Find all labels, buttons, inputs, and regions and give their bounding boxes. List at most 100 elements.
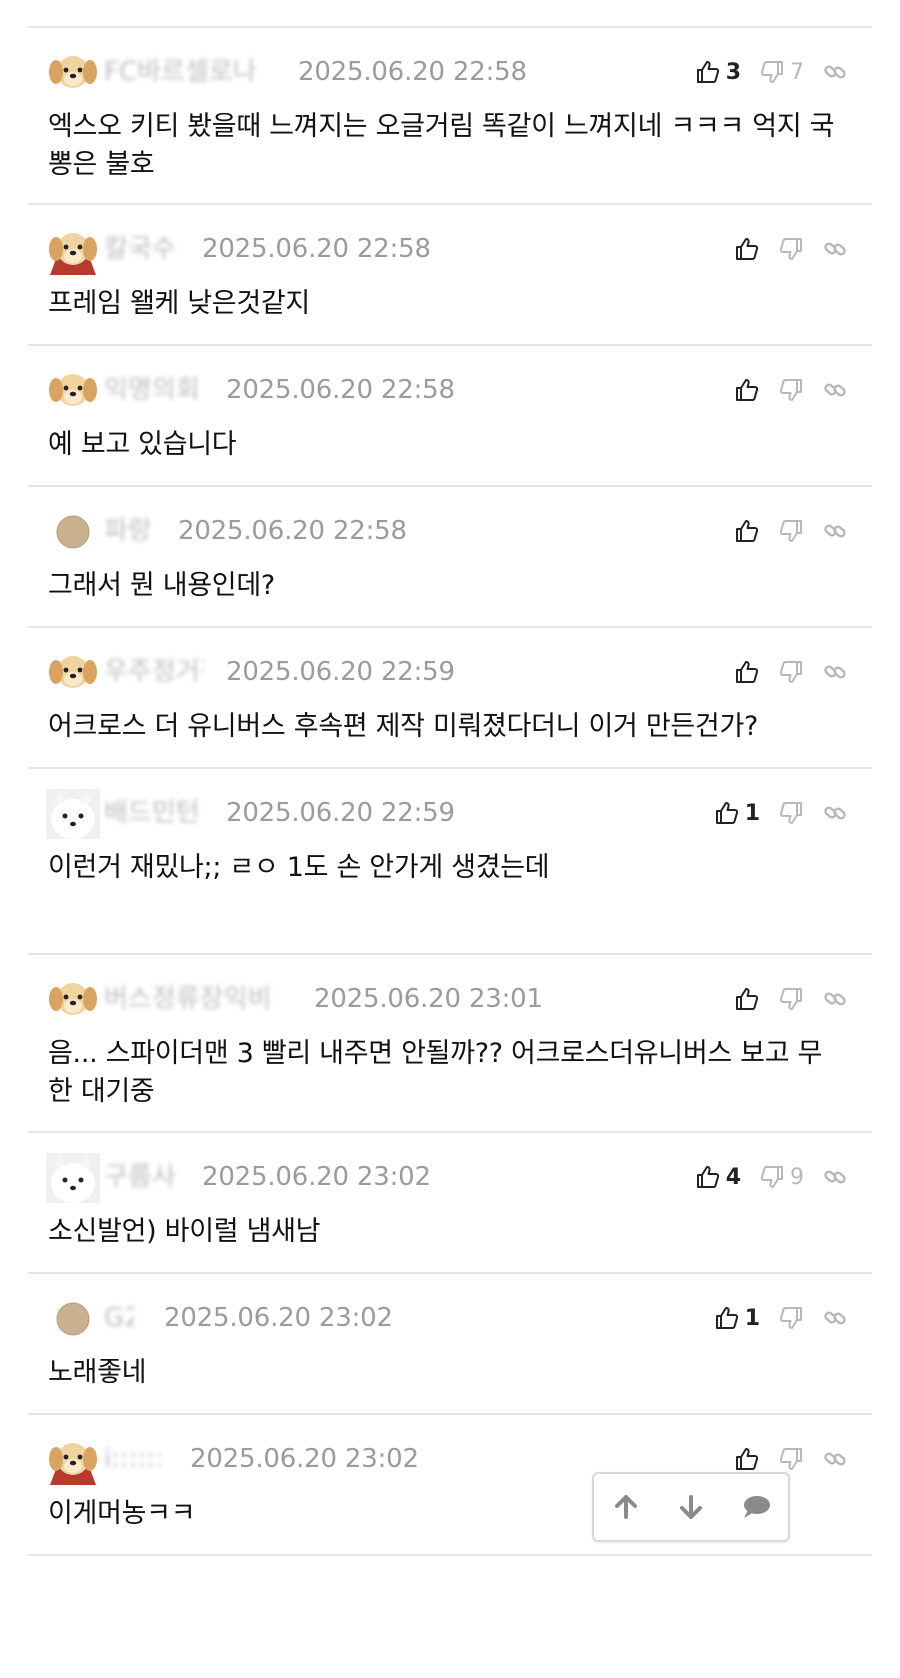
comment-item: FC바르셀로나 2025.06.20 22:58 3 7 엑스오 키티 봤을때 느껴지는… <box>28 28 872 205</box>
author-nickname[interactable]: i::::::: <box>104 1445 160 1473</box>
dislike-button[interactable]: 7 <box>759 59 804 85</box>
thumbs-up-icon <box>696 61 719 83</box>
like-button[interactable] <box>734 377 760 403</box>
comment-actions <box>720 513 848 549</box>
arrow-down-icon <box>679 1495 702 1519</box>
like-button[interactable]: 4 <box>695 1164 741 1190</box>
comment-actions: 49 <box>681 1159 848 1195</box>
comment-header: FC바르셀로나 2025.06.20 22:58 3 7 <box>46 48 872 96</box>
avatar[interactable] <box>46 648 100 698</box>
comment-date: 2025.06.20 22:58 <box>298 57 527 87</box>
dislike-button[interactable] <box>778 236 804 262</box>
link-icon <box>824 1452 846 1466</box>
dislike-button[interactable] <box>778 986 804 1012</box>
comment-item: 우주정거장 2025.06.20 22:59 어크로스 더 유니버스 후속편 제작 … <box>28 628 872 769</box>
copy-link-button[interactable] <box>822 1164 848 1190</box>
avatar[interactable] <box>46 225 100 275</box>
dislike-button[interactable] <box>778 659 804 685</box>
thumbs-down-icon <box>779 661 802 683</box>
copy-link-button[interactable] <box>822 1446 848 1472</box>
author-nickname[interactable]: G2 <box>104 1304 134 1332</box>
avatar-white-dog-icon <box>46 789 100 839</box>
copy-link-button[interactable] <box>822 518 848 544</box>
comment-text: 이런거 재밌나;; ㄹㅇ 1도 손 안가게 생겼는데 <box>48 852 550 883</box>
thumbs-down-icon <box>779 802 802 824</box>
dislike-button[interactable] <box>778 800 804 826</box>
dislike-button[interactable] <box>778 1305 804 1331</box>
like-button[interactable]: 3 <box>695 59 741 85</box>
author-nickname[interactable]: FC바르셀로나 <box>104 58 274 86</box>
author-nickname[interactable]: 버스정류장익비 <box>104 985 294 1013</box>
comment-header: 파랑 2025.06.20 22:58 <box>46 507 872 555</box>
dislike-button[interactable] <box>778 518 804 544</box>
author-nickname[interactable]: 배드민턴 <box>104 799 204 827</box>
comment-text: 그래서 뭔 내용인데? <box>48 570 275 601</box>
author-nickname[interactable]: 구름사냥 <box>104 1163 176 1191</box>
author-nickname[interactable]: 칼국수 <box>104 235 176 263</box>
copy-link-button[interactable] <box>822 377 848 403</box>
comment-text: 프레임 왤케 낮은것같지 <box>48 288 310 319</box>
avatar[interactable] <box>46 366 100 416</box>
thumbs-up-icon <box>736 988 759 1010</box>
comment-button[interactable] <box>732 1483 780 1531</box>
avatar-puppy-icon <box>49 983 97 1015</box>
like-button[interactable] <box>734 518 760 544</box>
link-icon <box>824 1311 846 1325</box>
avatar[interactable] <box>46 1294 100 1344</box>
copy-link-button[interactable] <box>822 659 848 685</box>
avatar[interactable] <box>46 975 100 1025</box>
copy-link-button[interactable] <box>822 236 848 262</box>
avatar[interactable] <box>46 1153 100 1203</box>
like-button[interactable]: 1 <box>714 800 760 826</box>
arrow-up-icon <box>615 1495 638 1519</box>
comment-actions <box>720 372 848 408</box>
scroll-down-button[interactable] <box>667 1483 715 1531</box>
scroll-up-button[interactable] <box>602 1483 650 1531</box>
link-icon <box>824 524 846 538</box>
author-nickname[interactable]: 파랑 <box>104 517 152 545</box>
comment-header: 구름사냥2025.06.20 23:0249 <box>46 1153 872 1203</box>
author-nickname[interactable]: 익명의회원 <box>104 376 200 404</box>
copy-link-button[interactable] <box>822 1305 848 1331</box>
avatar[interactable] <box>46 789 100 839</box>
avatar-white-dog-icon <box>46 1153 100 1203</box>
comment-actions <box>720 654 848 690</box>
thumbs-up-icon <box>736 379 759 401</box>
like-button[interactable] <box>734 659 760 685</box>
comment-item: 버스정류장익비 2025.06.20 23:01 음... 스파이더맨 3 빨리 내… <box>28 955 872 1133</box>
comment-text: 음... 스파이더맨 3 빨리 내주면 안될까?? 어크로스더유니버스 보고 무… <box>48 1038 823 1107</box>
thumbs-up-icon <box>736 238 759 260</box>
link-icon <box>824 242 846 256</box>
comment-date: 2025.06.20 23:01 <box>314 984 543 1014</box>
like-button[interactable] <box>734 236 760 262</box>
comment-date: 2025.06.20 22:58 <box>226 375 455 405</box>
comment-header: 배드민턴 2025.06.20 22:59 1 <box>46 789 872 839</box>
comment-date: 2025.06.20 23:02 <box>190 1444 419 1474</box>
comment-date: 2025.06.20 22:58 <box>202 234 431 264</box>
avatar[interactable] <box>46 507 100 557</box>
like-button[interactable]: 1 <box>714 1305 760 1331</box>
dislike-button[interactable] <box>778 377 804 403</box>
copy-link-button[interactable] <box>822 986 848 1012</box>
comment-item: 파랑 2025.06.20 22:58 그래서 뭔 내용인데? <box>28 487 872 628</box>
like-count: 4 <box>725 1164 741 1190</box>
like-button[interactable] <box>734 1446 760 1472</box>
thumbs-up-icon <box>696 1166 719 1188</box>
comment-header: 익명의회원 2025.06.20 22:58 <box>46 366 872 414</box>
avatar[interactable] <box>46 48 100 98</box>
comment-item: 익명의회원 2025.06.20 22:58 예 보고 있습니다 <box>28 346 872 487</box>
dislike-button[interactable] <box>778 1446 804 1472</box>
author-nickname[interactable]: 우주정거장 <box>104 658 204 686</box>
copy-link-button[interactable] <box>822 800 848 826</box>
comment-actions: 37 <box>681 54 848 90</box>
thumbs-down-icon <box>760 1166 783 1188</box>
thumbs-down-icon <box>779 238 802 260</box>
copy-link-button[interactable] <box>822 59 848 85</box>
comment-date: 2025.06.20 23:02 <box>164 1303 393 1333</box>
like-button[interactable] <box>734 986 760 1012</box>
dislike-button[interactable]: 9 <box>759 1164 804 1190</box>
thumbs-up-icon <box>736 520 759 542</box>
comment-text: 소신발언) 바이럴 냄새남 <box>48 1216 321 1247</box>
thumbs-down-icon <box>779 1307 802 1329</box>
avatar[interactable] <box>46 1435 100 1485</box>
